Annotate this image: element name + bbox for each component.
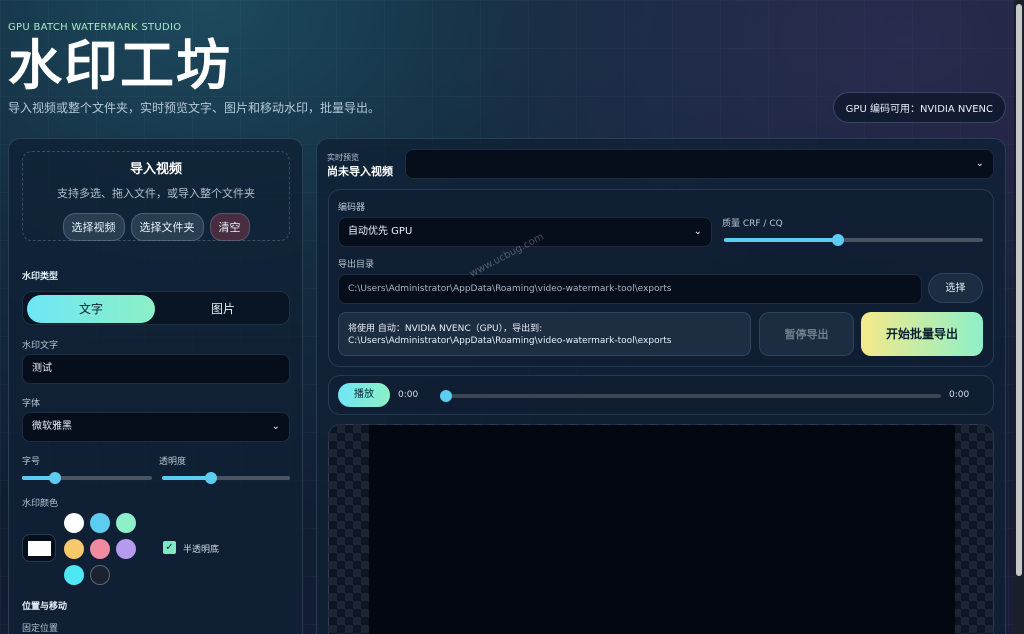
export-status-line1: 将使用 自动：NVIDIA NVENC（GPU），导出到: bbox=[348, 324, 543, 334]
font-size-label: 字号 bbox=[22, 457, 41, 467]
font-label: 字体 bbox=[22, 399, 41, 409]
chevron-down-icon: ⌄ bbox=[271, 421, 280, 432]
gpu-status-badge: GPU 编码可用：NVIDIA NVENC bbox=[832, 92, 1006, 123]
color-swatch[interactable] bbox=[90, 565, 110, 585]
encoder-label: 编码器 bbox=[338, 203, 366, 213]
chevron-down-icon: ⌄ bbox=[975, 158, 984, 169]
current-color-fill bbox=[28, 541, 51, 556]
export-dir-label: 导出目录 bbox=[338, 260, 375, 270]
font-size-slider-handle[interactable] bbox=[48, 472, 61, 484]
quality-label: 质量 CRF / CQ bbox=[722, 219, 783, 229]
export-dir-input[interactable]: C:\Users\Administrator\AppData\Roaming\v… bbox=[338, 274, 922, 304]
color-swatch[interactable] bbox=[64, 539, 84, 559]
tab-text[interactable]: 文字 bbox=[27, 295, 155, 323]
page-title: 水印工坊 bbox=[8, 34, 232, 97]
app-eyebrow: GPU BATCH WATERMARK STUDIO bbox=[8, 22, 182, 33]
current-time: 0:00 bbox=[398, 390, 419, 400]
video-preview-canvas[interactable] bbox=[328, 424, 994, 634]
quality-slider-fill bbox=[724, 238, 838, 242]
semi-transparent-checkbox[interactable]: ✓ bbox=[163, 541, 176, 554]
page-subtitle: 导入视频或整个文件夹，实时预览文字、图片和移动水印，批量导出。 bbox=[8, 101, 381, 115]
seek-slider-handle[interactable] bbox=[440, 390, 452, 402]
export-status-box: 将使用 自动：NVIDIA NVENC（GPU），导出到: C:\Users\A… bbox=[338, 312, 751, 356]
watermark-type-label: 水印类型 bbox=[22, 272, 59, 282]
current-color-preview[interactable] bbox=[22, 534, 56, 562]
font-size-slider[interactable] bbox=[22, 472, 152, 484]
watermark-text-input[interactable]: 测试 bbox=[22, 354, 290, 384]
color-swatch[interactable] bbox=[116, 513, 136, 533]
semi-transparent-label: 半透明底 bbox=[183, 545, 220, 555]
color-swatch[interactable] bbox=[116, 539, 136, 559]
duration-time: 0:00 bbox=[949, 390, 970, 400]
encoder-select-value: 自动优先 GPU bbox=[348, 226, 413, 237]
font-select-value: 微软雅黑 bbox=[32, 421, 72, 432]
video-frame bbox=[369, 425, 955, 634]
opacity-slider-handle[interactable] bbox=[204, 472, 217, 484]
select-videos-button[interactable]: 选择视频 bbox=[62, 213, 125, 241]
import-title: 导入视频 bbox=[129, 162, 182, 177]
tab-image[interactable]: 图片 bbox=[159, 295, 287, 323]
fixed-position-label: 固定位置 bbox=[22, 624, 59, 634]
page-scrollbar[interactable] bbox=[1014, 0, 1024, 634]
watermark-text-label: 水印文字 bbox=[22, 341, 59, 351]
watermark-color-label: 水印颜色 bbox=[22, 499, 59, 509]
opacity-label: 透明度 bbox=[159, 457, 187, 467]
clear-button[interactable]: 清空 bbox=[209, 213, 250, 241]
import-description: 支持多选、拖入文件，或导入整个文件夹 bbox=[57, 187, 255, 200]
page-header: GPU BATCH WATERMARK STUDIO 水印工坊 导入视频或整个文… bbox=[8, 22, 380, 116]
start-batch-export-button[interactable]: 开始批量导出 bbox=[861, 312, 983, 356]
color-swatch[interactable] bbox=[64, 565, 84, 585]
quality-slider[interactable] bbox=[724, 234, 983, 246]
play-button[interactable]: 播放 bbox=[338, 383, 390, 407]
import-dropzone[interactable]: 导入视频 支持多选、拖入文件，或导入整个文件夹 选择视频 选择文件夹 清空 bbox=[22, 151, 290, 241]
color-swatch[interactable] bbox=[64, 513, 84, 533]
chevron-down-icon: ⌄ bbox=[693, 226, 702, 237]
select-folder-button[interactable]: 选择文件夹 bbox=[130, 213, 204, 241]
quality-slider-handle[interactable] bbox=[831, 234, 844, 246]
preview-title: 尚未导入视频 bbox=[327, 165, 393, 178]
scrollbar-thumb[interactable] bbox=[1016, 4, 1022, 576]
video-select[interactable]: ⌄ bbox=[405, 149, 994, 179]
color-swatch[interactable] bbox=[90, 513, 110, 533]
seek-slider[interactable] bbox=[440, 390, 941, 402]
opacity-slider-fill bbox=[162, 476, 211, 480]
color-swatch[interactable] bbox=[90, 539, 110, 559]
choose-export-dir-button[interactable]: 选择 bbox=[928, 273, 983, 303]
watermark-type-toggle: 文字 图片 bbox=[22, 291, 290, 325]
export-status-line2: C:\Users\Administrator\AppData\Roaming\v… bbox=[348, 336, 672, 346]
font-select[interactable]: 微软雅黑 ⌄ bbox=[22, 412, 290, 442]
preview-label-small: 实时预览 bbox=[327, 153, 359, 162]
pause-export-button[interactable]: 暂停导出 bbox=[759, 312, 854, 356]
position-label: 位置与移动 bbox=[22, 602, 68, 612]
opacity-slider[interactable] bbox=[162, 472, 290, 484]
